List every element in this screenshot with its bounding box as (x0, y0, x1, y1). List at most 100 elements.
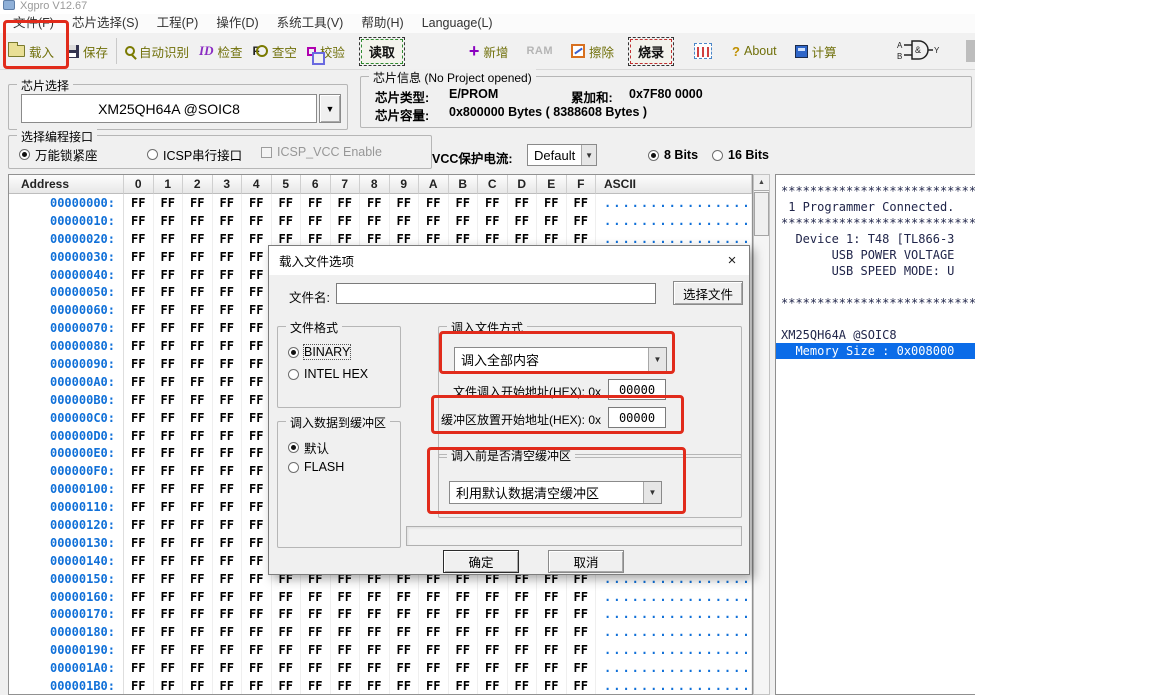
hex-byte[interactable]: FF (567, 194, 597, 212)
hex-byte[interactable]: FF (154, 248, 184, 266)
hex-byte[interactable]: FF (567, 641, 597, 659)
menu-item[interactable]: 芯片选择(S) (63, 14, 148, 33)
hex-address[interactable]: 00000180: (9, 623, 124, 641)
menu-item[interactable]: 帮助(H) (352, 14, 412, 33)
hex-byte[interactable]: FF (154, 462, 184, 480)
hex-byte[interactable]: FF (331, 194, 361, 212)
hex-byte[interactable]: FF (183, 391, 213, 409)
hex-byte[interactable]: FF (183, 480, 213, 498)
hex-address[interactable]: 00000140: (9, 552, 124, 570)
hex-byte[interactable]: FF (124, 355, 154, 373)
hex-address[interactable]: 00000190: (9, 641, 124, 659)
hex-byte[interactable]: FF (183, 444, 213, 462)
radio-intel-hex[interactable]: INTEL HEX (288, 367, 368, 381)
hex-byte[interactable]: FF (508, 194, 538, 212)
blank-check-button[interactable]: F 查空 (253, 42, 297, 61)
hex-byte[interactable]: FF (183, 319, 213, 337)
hex-byte[interactable]: FF (183, 462, 213, 480)
hex-byte[interactable]: FF (537, 605, 567, 623)
hex-header-cell[interactable]: 8 (360, 175, 390, 194)
hex-byte[interactable]: FF (154, 427, 184, 445)
hex-byte[interactable]: FF (213, 462, 243, 480)
hex-byte[interactable]: FF (154, 283, 184, 301)
hex-byte[interactable]: FF (154, 605, 184, 623)
hex-address[interactable]: 00000040: (9, 266, 124, 284)
verify-button[interactable]: 校验 (307, 42, 345, 61)
hex-byte[interactable]: FF (183, 212, 213, 230)
hex-header-cell[interactable]: E (537, 175, 567, 194)
hex-byte[interactable]: FF (154, 391, 184, 409)
file-start-input[interactable] (608, 379, 666, 400)
hex-byte[interactable]: FF (508, 659, 538, 677)
hex-address[interactable]: 00000150: (9, 570, 124, 588)
hex-byte[interactable]: FF (449, 641, 479, 659)
hex-byte[interactable]: FF (183, 516, 213, 534)
radio-16bits[interactable]: 16 Bits (712, 148, 769, 162)
hex-byte[interactable]: FF (419, 212, 449, 230)
hex-byte[interactable]: FF (331, 588, 361, 606)
hex-byte[interactable]: FF (567, 588, 597, 606)
hex-header-cell[interactable]: 1 (154, 175, 184, 194)
hex-byte[interactable]: FF (154, 588, 184, 606)
hex-byte[interactable]: FF (183, 552, 213, 570)
hex-byte[interactable]: FF (449, 605, 479, 623)
hex-header-cell[interactable]: 7 (331, 175, 361, 194)
hex-address[interactable]: 00000120: (9, 516, 124, 534)
hex-byte[interactable]: FF (390, 212, 420, 230)
menu-item[interactable]: 工程(P) (148, 14, 208, 33)
check-button[interactable]: ID 检查 (199, 42, 242, 61)
hex-byte[interactable]: FF (301, 212, 331, 230)
hex-address[interactable]: 00000090: (9, 355, 124, 373)
load-button[interactable]: 载入 (8, 42, 54, 61)
dialog-title-bar[interactable]: 载入文件选项 × (269, 246, 749, 275)
hex-byte[interactable]: FF (419, 677, 449, 695)
hex-byte[interactable]: FF (478, 194, 508, 212)
hex-address[interactable]: 00000160: (9, 588, 124, 606)
hex-byte[interactable]: FF (183, 498, 213, 516)
hex-byte[interactable]: FF (360, 194, 390, 212)
hex-byte[interactable]: FF (154, 212, 184, 230)
hex-byte[interactable]: FF (213, 427, 243, 445)
hex-byte[interactable]: FF (508, 677, 538, 695)
hex-byte[interactable]: FF (390, 588, 420, 606)
filename-input[interactable] (336, 283, 656, 304)
hex-address[interactable]: 00000080: (9, 337, 124, 355)
hex-byte[interactable]: FF (183, 373, 213, 391)
hex-byte[interactable]: FF (242, 641, 272, 659)
hex-byte[interactable]: FF (213, 301, 243, 319)
hex-byte[interactable]: FF (567, 623, 597, 641)
hex-byte[interactable]: FF (124, 391, 154, 409)
hex-byte[interactable]: FF (183, 570, 213, 588)
hex-byte[interactable]: FF (213, 641, 243, 659)
hex-address[interactable]: 000000A0: (9, 373, 124, 391)
hex-address[interactable]: 00000130: (9, 534, 124, 552)
hex-scrollbar[interactable]: ▲ (753, 174, 770, 695)
hex-byte[interactable]: FF (213, 230, 243, 248)
hex-byte[interactable]: FF (213, 391, 243, 409)
hex-header-cell[interactable]: ASCII (596, 175, 752, 194)
hex-byte[interactable]: FF (301, 605, 331, 623)
hex-byte[interactable]: FF (360, 659, 390, 677)
hex-byte[interactable]: FF (124, 516, 154, 534)
hex-byte[interactable]: FF (213, 373, 243, 391)
hex-byte[interactable]: FF (213, 534, 243, 552)
hex-byte[interactable]: FF (154, 552, 184, 570)
logic-gate-button[interactable]: A B & Y (897, 39, 941, 64)
hex-address[interactable]: 00000000: (9, 194, 124, 212)
hex-byte[interactable]: FF (449, 212, 479, 230)
cancel-button[interactable]: 取消 (548, 550, 624, 573)
hex-byte[interactable]: FF (272, 659, 302, 677)
hex-byte[interactable]: FF (478, 588, 508, 606)
hex-address[interactable]: 00000020: (9, 230, 124, 248)
hex-byte[interactable]: FF (124, 266, 154, 284)
hex-byte[interactable]: FF (390, 659, 420, 677)
hex-byte[interactable]: FF (419, 623, 449, 641)
hex-address[interactable]: 00000170: (9, 605, 124, 623)
hex-byte[interactable]: FF (242, 605, 272, 623)
hex-header-cell[interactable]: 4 (242, 175, 272, 194)
hex-byte[interactable]: FF (272, 641, 302, 659)
hex-address[interactable]: 000001B0: (9, 677, 124, 695)
hex-header-cell[interactable]: 5 (272, 175, 302, 194)
hex-byte[interactable]: FF (183, 623, 213, 641)
hex-byte[interactable]: FF (419, 641, 449, 659)
